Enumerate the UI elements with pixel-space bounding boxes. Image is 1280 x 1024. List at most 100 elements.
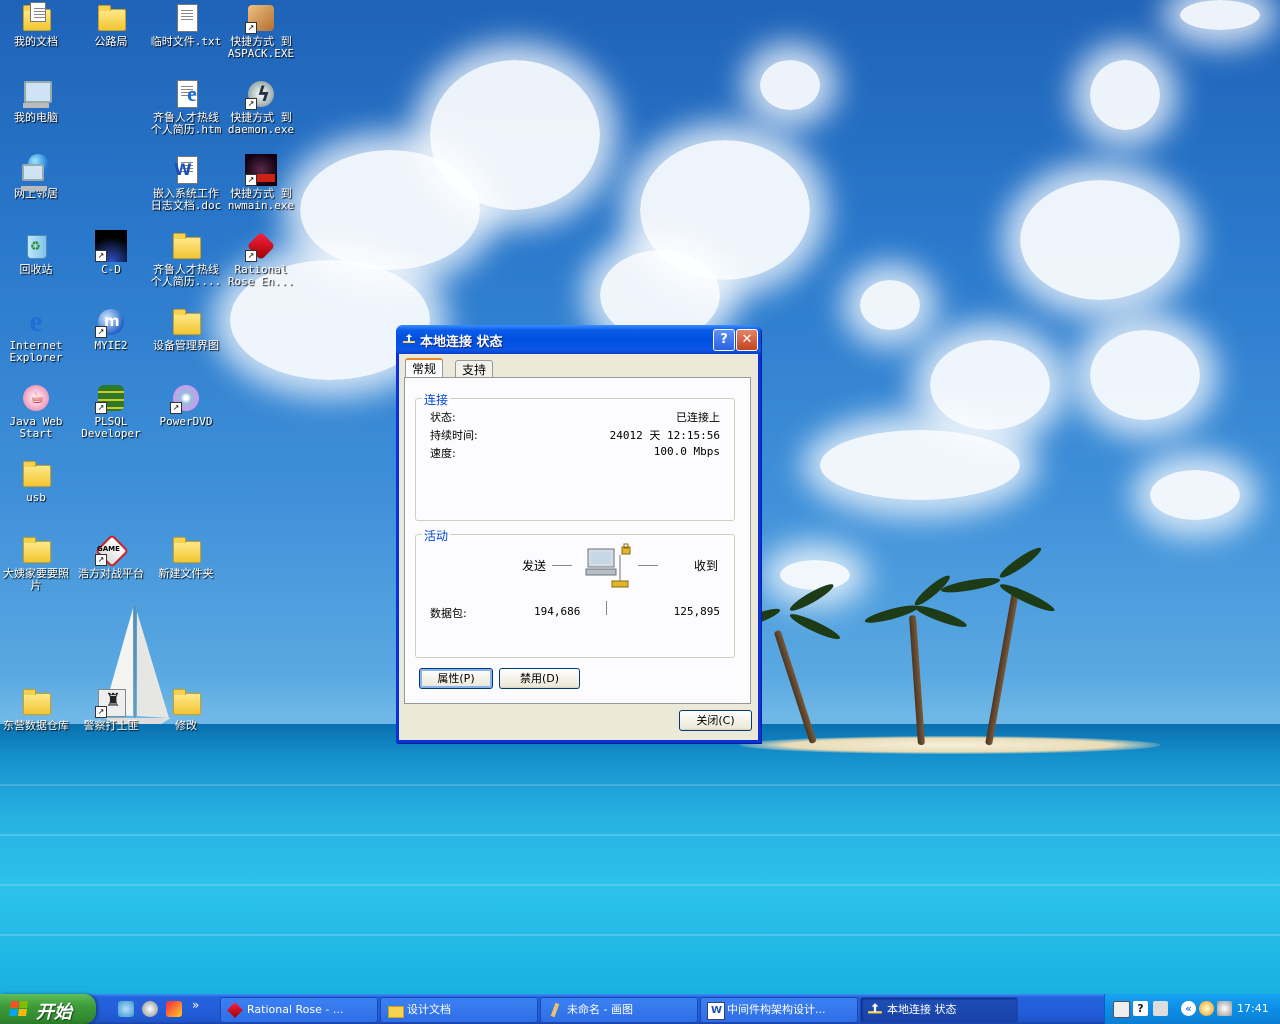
task-connection-status[interactable]: 本地连接 状态 <box>860 997 1018 1023</box>
desktop-icon-usb-folder[interactable]: usb <box>0 458 74 504</box>
desktop-icon-folder[interactable]: 公路局 <box>73 2 149 48</box>
ie-document-icon: e <box>170 78 202 110</box>
desktop-icon-new-folder[interactable]: 新建文件夹 <box>148 534 224 580</box>
disable-button[interactable]: 禁用(D) <box>499 668 580 689</box>
cloud <box>930 340 1050 430</box>
tray-expand-button[interactable]: « <box>1181 1001 1196 1016</box>
activity-group-title: 活动 <box>422 527 451 544</box>
cloud <box>1150 470 1240 520</box>
start-label: 开始 <box>36 1002 72 1023</box>
myie2-icon: m ↗ <box>95 306 127 338</box>
packets-label: 数据包: <box>430 607 467 620</box>
task-paint[interactable]: 未命名 - 画图 <box>540 997 698 1023</box>
speed-label: 速度: <box>430 447 456 460</box>
task-rational-rose[interactable]: Rational Rose - ... <box>220 997 378 1023</box>
icon-label: 齐鲁人才热线 个人简历.htm <box>150 111 222 136</box>
cd-icon: ↗ <box>95 230 127 262</box>
cloud <box>780 560 850 590</box>
quicklaunch-ie-icon[interactable] <box>118 1001 134 1017</box>
folder-icon <box>387 1002 404 1018</box>
windows-logo-icon <box>9 1001 29 1017</box>
icon-label: 快捷方式 到 nwmain.exe <box>227 187 295 212</box>
help-tray-icon[interactable]: ? <box>1133 1001 1148 1016</box>
clock[interactable]: 17:41 <box>1237 1002 1269 1015</box>
taskbar: 开始 » Rational Rose - ... 设计文档 未命名 - 画图 W… <box>0 994 1280 1024</box>
qq-icon[interactable] <box>1199 1001 1214 1016</box>
desktop-icon-cd-shortcut[interactable]: ↗ C-D <box>73 230 149 276</box>
desktop-icon-plsql-developer[interactable]: ↗ PLSQL Developer <box>73 382 149 440</box>
desktop-icon-powerdvd[interactable]: ↗ PowerDVD <box>148 382 224 428</box>
cloud <box>1090 330 1200 420</box>
desktop-icon-resume-folder[interactable]: 齐鲁人才热线 个人简历.... <box>148 230 224 288</box>
help-button[interactable]: ? <box>713 329 735 351</box>
desktop-icon-aspack-shortcut[interactable]: ↗ 快捷方式 到 ASPACK.EXE <box>223 2 299 60</box>
icon-label: PowerDVD <box>159 415 213 428</box>
task-label: 本地连接 状态 <box>887 1003 957 1016</box>
internet-explorer-icon: e <box>29 305 43 338</box>
connection-group: 连接 状态: 已连接上 持续时间: 24012 天 12:15:56 速度: 1… <box>415 391 735 521</box>
properties-button[interactable]: 属性(P) <box>419 668 493 689</box>
network-connection-icon <box>868 1003 882 1014</box>
icon-label: 大姨家要要照 片 <box>3 567 69 592</box>
packets-received-value: 125,895 <box>673 605 720 618</box>
text-file-icon <box>170 2 202 34</box>
desktop-icon-network-places[interactable]: 网上邻居 <box>0 154 74 200</box>
icon-label: 浩方对战平台 <box>78 567 144 580</box>
icon-label: 设备管理界图 <box>153 339 219 352</box>
ime-icon[interactable] <box>1153 1001 1168 1016</box>
my-documents-icon <box>20 2 52 34</box>
task-middleware-doc[interactable]: W 中间件构架构设计... <box>700 997 858 1023</box>
desktop-icon-dongying-warehouse[interactable]: 东营数据仓库 <box>0 686 74 732</box>
task-label: 中间件构架构设计... <box>727 1003 826 1016</box>
desktop-icon-photos-folder[interactable]: 大姨家要要照 片 <box>0 534 74 592</box>
icon-label: 我的文档 <box>14 35 58 48</box>
desktop-icon-resume-htm[interactable]: e 齐鲁人才热线 个人简历.htm <box>148 78 224 136</box>
icon-label: 公路局 <box>94 35 128 48</box>
quicklaunch-overflow[interactable]: » <box>192 998 199 1012</box>
desktop-icon-modify-folder[interactable]: 修改 <box>148 686 224 732</box>
package-icon: ↗ <box>245 2 277 34</box>
desktop-icon-internet-explorer[interactable]: e Internet Explorer <box>0 306 74 364</box>
close-button[interactable]: 关闭(C) <box>679 710 752 731</box>
sea <box>0 724 1280 994</box>
icon-label: 快捷方式 到 ASPACK.EXE <box>227 35 295 60</box>
desktop-icon-rational-rose[interactable]: ↗ Rational Rose En... <box>223 230 299 288</box>
java-icon: ☕ <box>20 382 52 414</box>
desktop-icon-my-documents[interactable]: 我的文档 <box>0 2 74 48</box>
dialog-client: 常规 支持 连接 状态: 已连接上 持续时间: 24012 天 12:15:56… <box>399 354 758 740</box>
folder-icon <box>170 686 202 718</box>
quicklaunch-daemon-icon[interactable] <box>142 1001 158 1017</box>
desktop-icon-daemon-shortcut[interactable]: ϟ ↗ 快捷方式 到 daemon.exe <box>223 78 299 136</box>
network-activity-icon <box>585 543 631 588</box>
task-design-docs[interactable]: 设计文档 <box>380 997 538 1023</box>
network-tray-icon[interactable] <box>1217 1001 1232 1016</box>
desktop-icon-java-web-start[interactable]: ☕ Java Web Start <box>0 382 74 440</box>
tab-general[interactable]: 常规 <box>405 358 444 379</box>
keyboard-icon[interactable] <box>1113 1001 1130 1018</box>
icon-label: 回收站 <box>19 263 53 276</box>
desktop-icon-nwmain-shortcut[interactable]: ↗ 快捷方式 到 nwmain.exe <box>223 154 299 212</box>
start-button[interactable]: 开始 <box>0 994 96 1024</box>
connection-status-dialog: 本地连接 状态 ? ✕ 常规 支持 连接 状态: 已连接上 持续时间: 2401… <box>396 325 761 743</box>
desktop-icon-device-mgmt-folder[interactable]: 设备管理界图 <box>148 306 224 352</box>
desktop-icon-counter-strike[interactable]: ♜ ↗ 警察打土匪 <box>73 686 149 732</box>
dialog-title: 本地连接 状态 <box>420 335 503 350</box>
folder-icon <box>20 686 52 718</box>
dialog-titlebar[interactable]: 本地连接 状态 ? ✕ <box>396 325 761 354</box>
task-label: Rational Rose - ... <box>247 1003 344 1016</box>
close-window-button[interactable]: ✕ <box>736 329 758 351</box>
database-icon: ↗ <box>95 382 127 414</box>
desktop-icon-worklog-doc[interactable]: W 嵌入系统工作 日志文档.doc <box>148 154 224 212</box>
desktop-icon-recycle-bin[interactable]: ♻ 回收站 <box>0 230 74 276</box>
cloud <box>1020 180 1180 300</box>
desktop-icon-myie2[interactable]: m ↗ MYIE2 <box>73 306 149 352</box>
computer-icon <box>20 78 52 110</box>
desktop-icon-my-computer[interactable]: 我的电脑 <box>0 78 74 124</box>
desktop-icon-text-file[interactable]: 临时文件.txt <box>148 2 224 48</box>
speed-value: 100.0 Mbps <box>653 445 720 458</box>
quicklaunch-app-icon[interactable] <box>166 1001 182 1017</box>
paint-icon <box>547 1002 563 1018</box>
desktop-icon-haofang-platform[interactable]: GAME ↗ 浩方对战平台 <box>73 534 149 580</box>
icon-label: PLSQL Developer <box>81 415 141 440</box>
network-connection-icon <box>403 334 415 343</box>
